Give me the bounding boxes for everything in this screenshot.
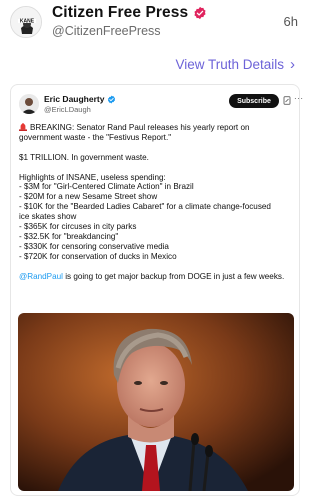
- post-time: 6h: [283, 14, 298, 29]
- author-avatar-icon: [19, 94, 39, 114]
- post-line-3: $1 TRILLION. In government waste.: [19, 152, 149, 162]
- post-body: BREAKING: Senator Rand Paul releases his…: [19, 123, 299, 281]
- post-line-9: - $365K for circuses in city parks: [19, 222, 137, 232]
- post-line-8: ice skates show: [19, 212, 77, 222]
- author-name[interactable]: Eric Daugherty: [44, 94, 104, 104]
- post-line-2: government waste - the "Festivus Report.…: [19, 132, 172, 142]
- post-line-7: - $10K for the "Bearded Ladies Cabaret" …: [19, 202, 271, 212]
- post-header: KANE Citizen Free Press @CitizenFreePres…: [0, 0, 310, 52]
- grok-icon[interactable]: [283, 96, 291, 105]
- closing-text: is going to get major backup from DOGE i…: [62, 271, 285, 281]
- post-line-6: - $20M for a new Sesame Street show: [19, 192, 158, 202]
- post-line-1: BREAKING: Senator Rand Paul releases his…: [30, 123, 250, 132]
- post-line-12: - $720K for conservation of ducks in Mex…: [19, 251, 177, 261]
- closing-line: @RandPaul is going to get major backup f…: [19, 272, 299, 282]
- account-handle: @CitizenFreePress: [52, 24, 161, 38]
- view-truth-details-link[interactable]: View Truth Details ›: [175, 56, 295, 73]
- post-line-4: Highlights of INSANE, useless spending:: [19, 172, 166, 182]
- post-photo[interactable]: [18, 313, 294, 491]
- avatar-logo-icon: KANE: [11, 7, 41, 37]
- mention-link[interactable]: @RandPaul: [19, 272, 63, 281]
- more-icon[interactable]: ···: [294, 94, 304, 103]
- post-line-10: - $32.5K for "breakdancing": [19, 231, 119, 241]
- subscribe-button[interactable]: Subscribe: [229, 94, 279, 108]
- post-line-5: - $3M for "Girl-Centered Climate Action"…: [19, 182, 194, 192]
- embedded-post-card[interactable]: Eric Daugherty @EricLDaugh Subscribe ···…: [10, 84, 303, 496]
- account-name[interactable]: Citizen Free Press: [52, 4, 188, 22]
- post-line-11: - $330K for censoring conservative media: [19, 241, 169, 251]
- verified-badge-icon: [194, 6, 206, 20]
- text-line: BREAKING: Senator Rand Paul releases his…: [19, 123, 299, 133]
- author-handle: @EricLDaugh: [44, 105, 91, 114]
- avatar-logo-text: KANE: [20, 18, 35, 24]
- author-avatar[interactable]: [19, 94, 39, 114]
- avatar[interactable]: KANE: [10, 6, 42, 38]
- view-truth-details-label: View Truth Details: [175, 57, 284, 72]
- photo-image: [18, 313, 294, 491]
- verified-badge-icon: [108, 95, 116, 103]
- siren-icon: [19, 123, 27, 131]
- chevron-right-icon: ›: [290, 56, 295, 73]
